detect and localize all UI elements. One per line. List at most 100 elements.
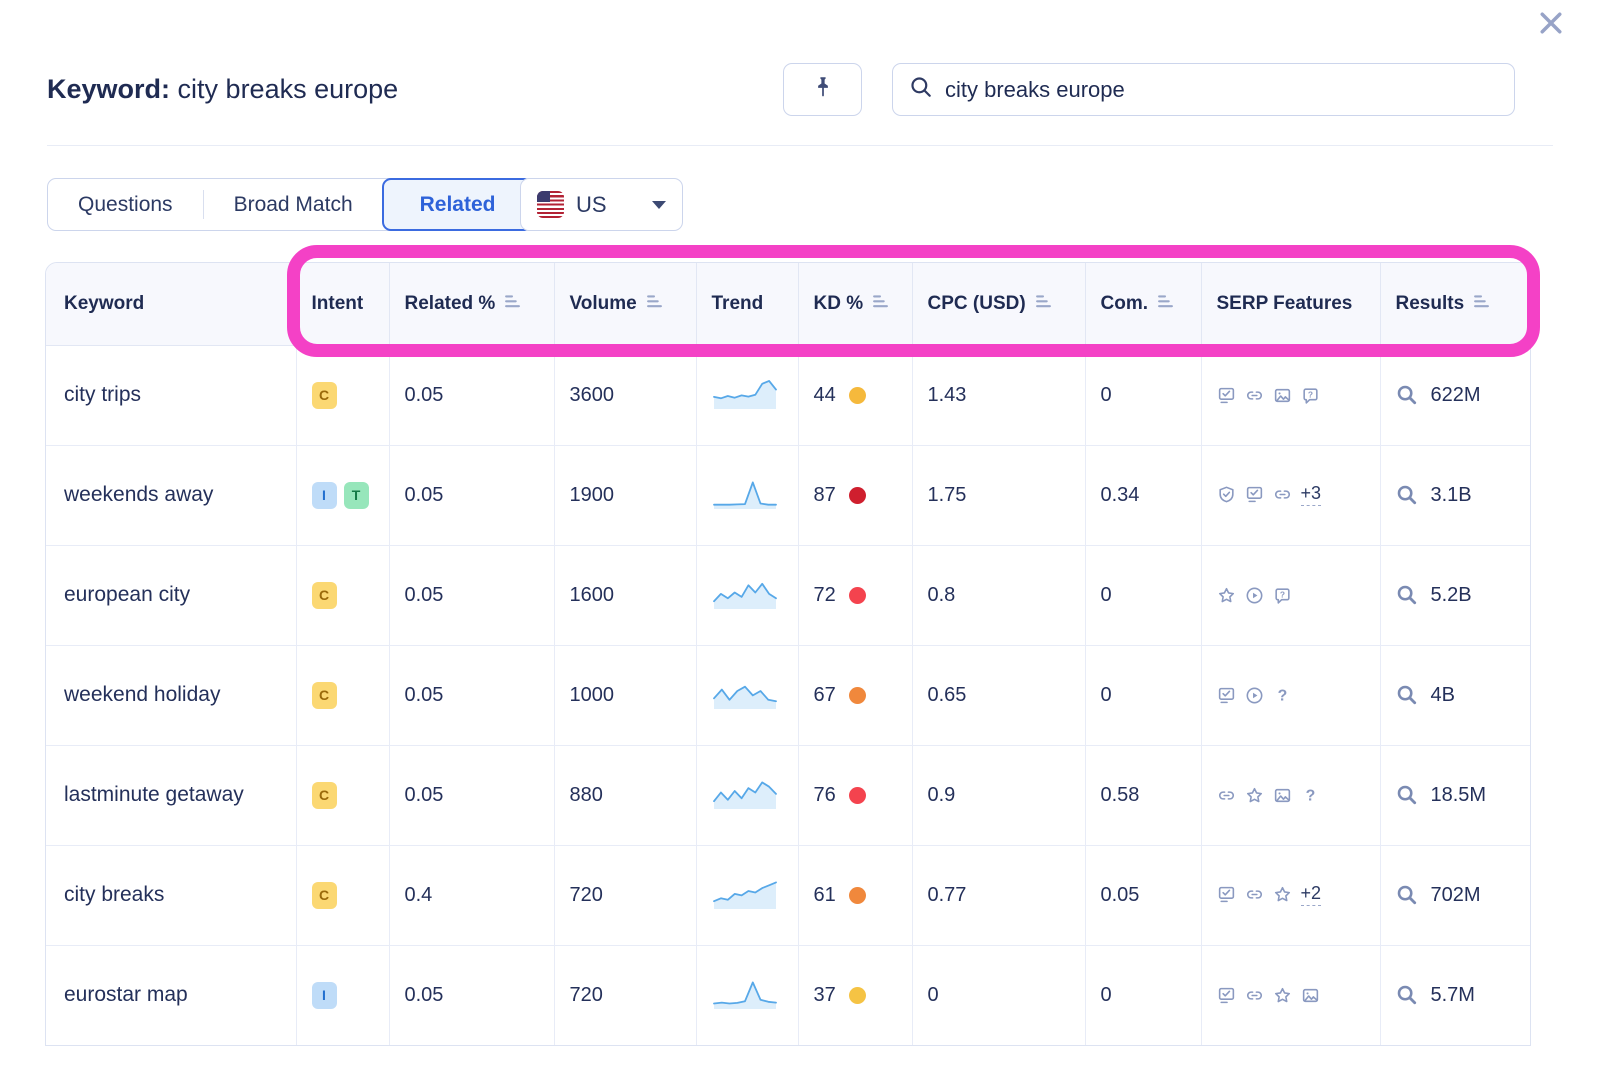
tab-questions[interactable]: Questions — [48, 179, 203, 230]
country-label: US — [576, 192, 640, 218]
column-header-volume[interactable]: Volume — [554, 263, 696, 345]
sort-icon[interactable] — [1157, 293, 1174, 315]
volume-cell: 1900 — [554, 445, 696, 545]
magnifier-icon — [1396, 584, 1418, 606]
keyword-search-input[interactable] — [945, 77, 1498, 103]
shield-check-icon — [1217, 485, 1236, 504]
country-selector[interactable]: US — [520, 178, 683, 231]
results-link[interactable]: 5.7M — [1396, 984, 1532, 1007]
pushpin-icon — [810, 74, 836, 105]
results-link[interactable]: 702M — [1396, 884, 1532, 907]
trend-sparkline — [712, 772, 778, 812]
featured-snippet-icon — [1245, 485, 1264, 504]
cpc-cell: 1.43 — [912, 345, 1085, 445]
us-flag-icon — [537, 191, 564, 218]
column-header-related[interactable]: Related % — [389, 263, 554, 345]
keyword-link[interactable]: eurostar map — [64, 983, 188, 1006]
results-cell: 5.7M — [1380, 945, 1531, 1045]
keyword-link[interactable]: lastminute getaway — [64, 783, 244, 806]
star-icon — [1273, 986, 1292, 1005]
close-icon[interactable] — [1536, 8, 1566, 38]
featured-snippet-icon — [1217, 386, 1236, 405]
sort-icon[interactable] — [646, 293, 663, 315]
sort-icon[interactable] — [1473, 293, 1490, 315]
keyword-link[interactable]: city trips — [64, 383, 141, 406]
com-cell: 0 — [1085, 645, 1201, 745]
volume-cell: 3600 — [554, 345, 696, 445]
com-cell: 0.05 — [1085, 845, 1201, 945]
keyword-cell: city trips — [46, 345, 296, 445]
kd-cell: 87 — [798, 445, 912, 545]
cpc-cell: 0 — [912, 945, 1085, 1045]
column-header-com[interactable]: Com. — [1085, 263, 1201, 345]
results-link[interactable]: 5.2B — [1396, 584, 1532, 607]
results-link[interactable]: 18.5M — [1396, 784, 1532, 807]
svg-text:?: ? — [1307, 389, 1312, 399]
serp-more-badge[interactable]: +3 — [1301, 484, 1322, 507]
com-cell: 0.58 — [1085, 745, 1201, 845]
intent-badge-i: I — [312, 482, 337, 509]
match-type-tabs: Questions Broad Match Related — [47, 178, 533, 231]
column-label: Intent — [312, 293, 364, 315]
serp-features-cell: ? — [1201, 345, 1380, 445]
keyword-link[interactable]: european city — [64, 583, 190, 606]
intent-badge-c: C — [312, 382, 337, 409]
results-link[interactable]: 4B — [1396, 684, 1532, 707]
results-link[interactable]: 3.1B — [1396, 484, 1532, 507]
column-header-kd[interactable]: KD % — [798, 263, 912, 345]
pin-button[interactable] — [783, 63, 862, 116]
tab-broad-match[interactable]: Broad Match — [204, 179, 383, 230]
sort-icon[interactable] — [872, 293, 889, 315]
kd-difficulty-dot — [849, 487, 866, 504]
related-cell: 0.05 — [389, 545, 554, 645]
sort-icon[interactable] — [504, 293, 521, 315]
column-label: Trend — [712, 293, 764, 315]
serp-more-badge[interactable]: +2 — [1301, 884, 1322, 907]
com-cell: 0 — [1085, 545, 1201, 645]
question-icon: ? — [1273, 686, 1292, 705]
page-title: Keyword: city breaks europe — [47, 74, 398, 105]
question-icon: ? — [1301, 786, 1320, 805]
column-header-results[interactable]: Results — [1380, 263, 1531, 345]
magnifier-icon — [1396, 484, 1418, 506]
trend-sparkline — [712, 572, 778, 612]
featured-snippet-icon — [1217, 885, 1236, 904]
kd-difficulty-dot — [849, 887, 866, 904]
keyword-link[interactable]: weekend holiday — [64, 683, 220, 706]
cpc-cell: 1.75 — [912, 445, 1085, 545]
column-label: Keyword — [64, 293, 144, 315]
keyword-cell: eurostar map — [46, 945, 296, 1045]
sort-icon[interactable] — [1035, 293, 1052, 315]
serp-features-cell: ? — [1201, 545, 1380, 645]
sitelinks-icon — [1273, 485, 1292, 504]
chevron-down-icon — [652, 201, 666, 209]
trend-cell — [696, 745, 798, 845]
sitelinks-icon — [1245, 885, 1264, 904]
magnifier-icon — [1396, 984, 1418, 1006]
table-row: weekends awayIT0.051900871.750.34+33.1B — [46, 445, 1531, 545]
magnifier-icon — [1396, 884, 1418, 906]
keyword-link[interactable]: weekends away — [64, 483, 213, 506]
table-row: european cityC0.051600720.80?5.2B — [46, 545, 1531, 645]
results-link[interactable]: 622M — [1396, 384, 1532, 407]
related-cell: 0.05 — [389, 945, 554, 1045]
trend-sparkline — [712, 972, 778, 1012]
table-row: lastminute getawayC0.05880760.90.58?18.5… — [46, 745, 1531, 845]
com-cell: 0.34 — [1085, 445, 1201, 545]
keyword-link[interactable]: city breaks — [64, 883, 164, 906]
divider — [47, 145, 1553, 146]
kd-difficulty-dot — [849, 687, 866, 704]
kd-cell: 37 — [798, 945, 912, 1045]
com-cell: 0 — [1085, 945, 1201, 1045]
tab-related[interactable]: Related — [382, 178, 534, 231]
keyword-cell: weekend holiday — [46, 645, 296, 745]
column-label: Volume — [570, 293, 637, 315]
cpc-cell: 0.9 — [912, 745, 1085, 845]
keyword-cell: european city — [46, 545, 296, 645]
intent-cell: C — [296, 845, 389, 945]
column-header-cpc[interactable]: CPC (USD) — [912, 263, 1085, 345]
serp-features-cell: +2 — [1201, 845, 1380, 945]
kd-cell: 76 — [798, 745, 912, 845]
magnifier-icon — [1396, 384, 1418, 406]
serp-features-cell — [1201, 945, 1380, 1045]
